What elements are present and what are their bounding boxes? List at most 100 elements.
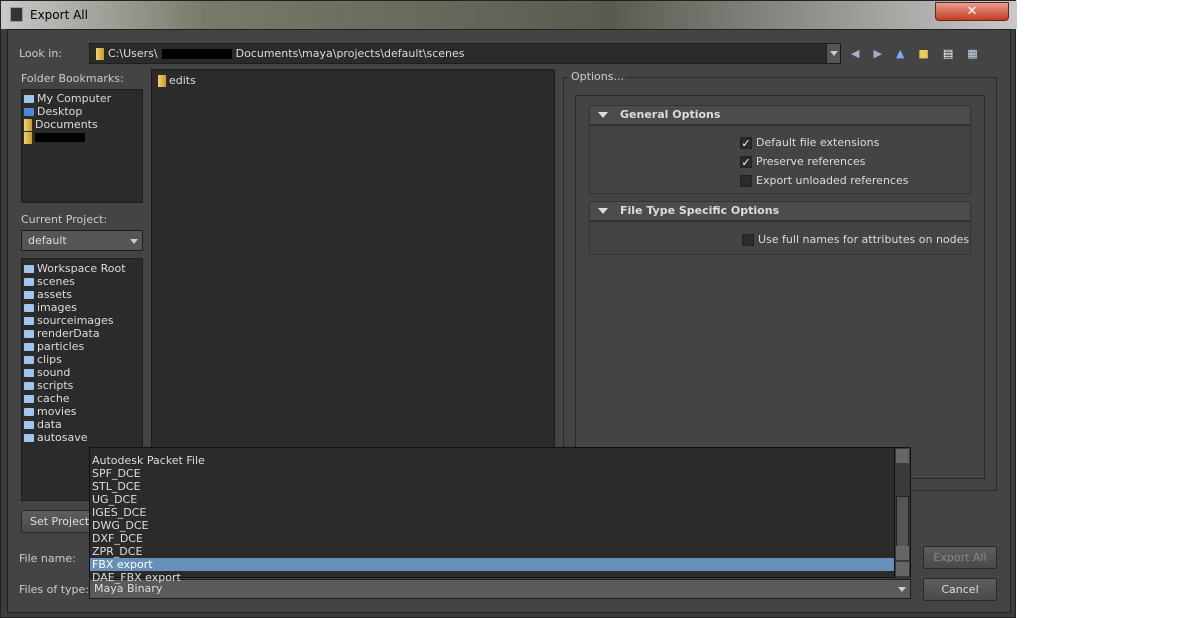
scroll-up-icon[interactable]: [896, 449, 909, 463]
file-type-dropdown: Autodesk Packet File SPF_DCE STL_DCE UG_DCE…: [89, 447, 911, 584]
chevron-down-icon: [130, 239, 138, 244]
folder-icon: [24, 118, 32, 131]
file-type-option[interactable]: FBX export: [90, 558, 894, 571]
folder-icon: [24, 131, 32, 144]
bookmarks-list: My Computer Desktop Documents: [21, 89, 143, 203]
folder-icon: [158, 74, 166, 87]
up-arrow-icon[interactable]: ▲: [896, 47, 904, 60]
current-project-label: Current Project:: [21, 213, 108, 226]
chevron-down-icon[interactable]: [826, 44, 840, 63]
project-folder-item[interactable]: cache: [22, 392, 142, 405]
list-view-icon[interactable]: ▤: [943, 47, 953, 60]
computer-icon: [24, 94, 34, 103]
folder-label: scenes: [37, 275, 76, 288]
nav-toolbar: ◀ ▶ ▲ ■ ▤ ▦: [851, 47, 978, 60]
folder-icon: [24, 342, 34, 351]
export-all-button[interactable]: Export All: [923, 546, 997, 569]
default-extensions-checkbox[interactable]: ✓ Default file extensions: [740, 136, 879, 149]
folder-icon: [24, 316, 34, 325]
full-names-checkbox[interactable]: Use full names for attributes on nodes: [742, 233, 969, 246]
project-value: default: [28, 234, 67, 247]
project-folder-item[interactable]: scripts: [22, 379, 142, 392]
project-folder-item[interactable]: scenes: [22, 275, 142, 288]
checkbox-label: Export unloaded references: [756, 174, 909, 187]
bookmark-my-computer[interactable]: My Computer: [22, 92, 142, 105]
back-arrow-icon[interactable]: ◀: [851, 47, 859, 60]
project-folder-item[interactable]: clips: [22, 353, 142, 366]
general-options-header[interactable]: General Options: [589, 105, 971, 125]
folder-icon: [24, 264, 34, 273]
file-type-option[interactable]: ZPR_DCE: [90, 545, 894, 558]
path-text-rest: Documents\maya\projects\default\scenes: [235, 47, 465, 60]
file-type-option[interactable]: DWG_DCE: [90, 519, 894, 532]
scroll-down-icon[interactable]: [896, 562, 909, 576]
cancel-button[interactable]: Cancel: [923, 578, 997, 601]
dropdown-scrollbar[interactable]: [894, 448, 910, 579]
folder-icon: [96, 47, 104, 60]
detail-view-icon[interactable]: ▦: [967, 47, 977, 60]
folder-icon: [24, 420, 34, 429]
file-name-label: File name:: [19, 552, 76, 565]
look-in-label: Look in:: [19, 47, 62, 60]
folder-label: cache: [37, 392, 70, 405]
look-in-combo[interactable]: C:\Users\ Documents\maya\projects\defaul…: [89, 43, 841, 64]
file-type-options-header[interactable]: File Type Specific Options: [589, 201, 971, 221]
folder-icon: [24, 368, 34, 377]
redacted: [35, 133, 85, 142]
file-type-option[interactable]: SPF_DCE: [90, 467, 894, 480]
folder-label: assets: [37, 288, 73, 301]
file-type-option[interactable]: STL_DCE: [90, 480, 894, 493]
new-folder-icon[interactable]: ■: [918, 47, 928, 60]
folder-icon: [24, 303, 34, 312]
bookmark-redacted[interactable]: [22, 131, 142, 144]
folder-label: autosave: [37, 431, 88, 444]
project-folder-item[interactable]: assets: [22, 288, 142, 301]
project-folder-item[interactable]: data: [22, 418, 142, 431]
project-folder-item[interactable]: autosave: [22, 431, 142, 444]
bookmark-desktop[interactable]: Desktop: [22, 105, 142, 118]
general-options-content: ✓ Default file extensions ✓ Preserve refer…: [589, 125, 971, 194]
close-button[interactable]: ✕: [935, 2, 1009, 21]
maya-icon: [10, 7, 23, 22]
project-folder-item[interactable]: movies: [22, 405, 142, 418]
forward-arrow-icon[interactable]: ▶: [873, 47, 881, 60]
folder-icon: [24, 433, 34, 442]
scroll-up-icon[interactable]: [896, 546, 909, 560]
current-project-combo[interactable]: default: [21, 230, 143, 251]
checkbox-label: Preserve references: [756, 155, 866, 168]
desktop-icon: [24, 107, 34, 116]
folder-label: sourceimages: [37, 314, 114, 327]
file-type-option[interactable]: Autodesk Packet File: [90, 454, 894, 467]
checkbox-label: Default file extensions: [756, 136, 880, 149]
folder-icon: [24, 381, 34, 390]
file-list: edits: [151, 69, 555, 449]
redacted: [161, 48, 232, 59]
project-folder-item[interactable]: Workspace Root: [22, 262, 142, 275]
file-type-option[interactable]: DAE_FBX export: [90, 571, 894, 584]
project-folder-item[interactable]: images: [22, 301, 142, 314]
window-title: Export All: [30, 8, 88, 22]
folder-label: data: [37, 418, 62, 431]
project-folder-item[interactable]: sourceimages: [22, 314, 142, 327]
export-unloaded-checkbox[interactable]: Export unloaded references: [740, 174, 908, 187]
files-of-type-label: Files of type:: [19, 583, 90, 596]
checkbox-label: Use full names for attributes on nodes: [758, 233, 970, 246]
folder-icon: [24, 407, 34, 416]
scrollbar-thumb[interactable]: [896, 496, 909, 550]
file-type-option[interactable]: DXF_DCE: [90, 532, 894, 545]
chevron-down-icon: [898, 587, 906, 592]
preserve-references-checkbox[interactable]: ✓ Preserve references: [740, 155, 866, 168]
project-folder-item[interactable]: renderData: [22, 327, 142, 340]
bookmark-documents[interactable]: Documents: [22, 118, 142, 131]
folder-label: particles: [37, 340, 85, 353]
file-item[interactable]: edits: [156, 74, 550, 87]
folder-icon: [24, 355, 34, 364]
file-type-option[interactable]: UG_DCE: [90, 493, 894, 506]
folder-label: scripts: [37, 379, 74, 392]
folder-icon: [24, 394, 34, 403]
project-folder-item[interactable]: particles: [22, 340, 142, 353]
file-type-options-content: Use full names for attributes on nodes: [589, 221, 971, 255]
file-type-option[interactable]: IGES_DCE: [90, 506, 894, 519]
project-folder-item[interactable]: sound: [22, 366, 142, 379]
folder-icon: [24, 290, 34, 299]
